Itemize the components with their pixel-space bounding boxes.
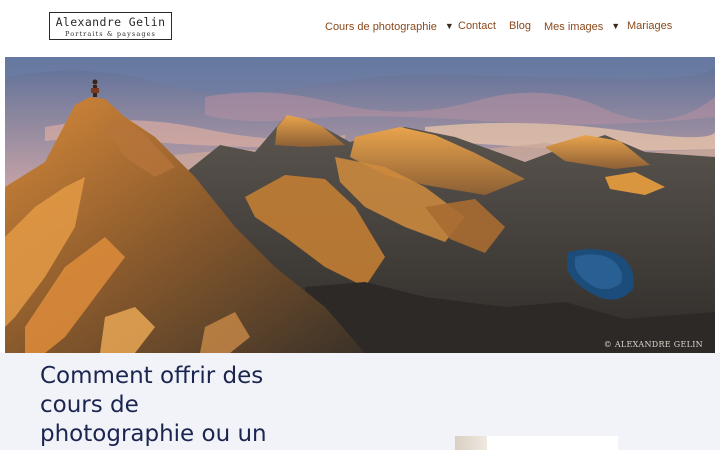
hero-image: © ALEXANDRE GELIN bbox=[5, 57, 715, 353]
nav-item-label: Blog bbox=[509, 20, 532, 32]
nav-item-mariages[interactable]: Mariages bbox=[627, 18, 672, 34]
site-header: Alexandre Gelin Portraits & paysages Cou… bbox=[0, 0, 720, 56]
page-title: Comment offrir des cours de photographie… bbox=[40, 363, 267, 447]
nav-item-cours-de-photographie[interactable]: Cours de photographie ▼ bbox=[325, 18, 454, 35]
nav-item-mes-images[interactable]: Mes images ▼ bbox=[544, 18, 620, 35]
nav-item-label: Mariages bbox=[627, 20, 673, 32]
nav-item-blog[interactable]: Blog bbox=[509, 18, 531, 34]
caret-down-icon: ▼ bbox=[611, 21, 621, 31]
main-nav: Cours de photographie ▼ Contact Blog Mes … bbox=[0, 18, 720, 34]
mountain-landscape-image bbox=[5, 57, 715, 353]
nav-item-contact[interactable]: Contact bbox=[458, 18, 496, 34]
thumbnail-image-edge bbox=[455, 436, 487, 450]
caret-down-icon: ▼ bbox=[444, 21, 454, 31]
nav-item-label: Mes images bbox=[544, 21, 604, 33]
nav-item-label: Contact bbox=[458, 20, 496, 32]
article-image-thumbnail[interactable] bbox=[455, 436, 618, 450]
nav-item-label: Cours de photographie bbox=[325, 21, 437, 33]
image-watermark: © ALEXANDRE GELIN bbox=[603, 340, 703, 349]
